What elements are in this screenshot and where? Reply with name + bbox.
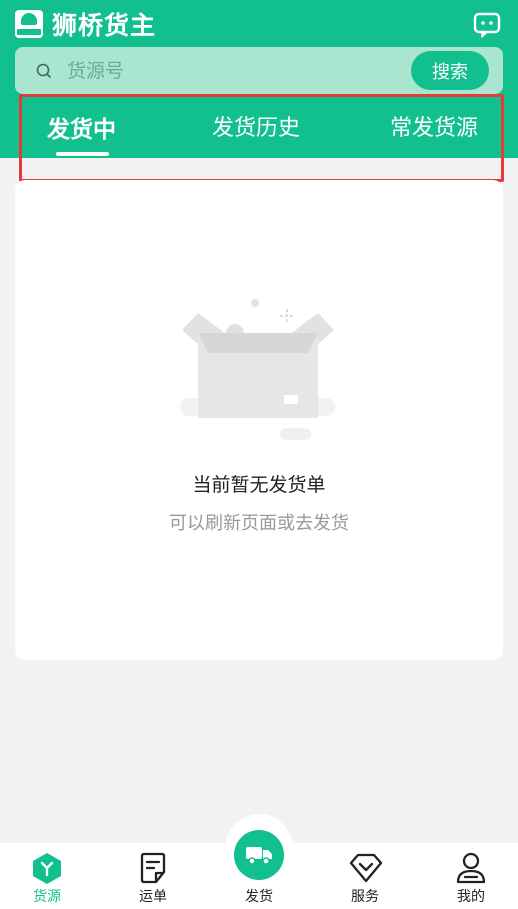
person-icon [456, 852, 486, 884]
tab-bar: 发货中 发货历史 常发货源 [0, 100, 518, 158]
nav-item-service[interactable]: 服务 [325, 843, 405, 909]
nav-label-service: 服务 [351, 889, 379, 905]
tab-shipping[interactable]: 发货中 [47, 110, 116, 144]
nav-item-waybill[interactable]: 运单 [113, 843, 193, 909]
app-logo [15, 10, 43, 38]
nav-label-ship: 发货 [245, 889, 273, 905]
app-header: 狮桥货主 搜索 发货中 发货历史 常发货源 [0, 0, 518, 158]
active-tab-indicator [56, 152, 109, 156]
nav-label-waybill: 运单 [139, 889, 167, 905]
search-button[interactable]: 搜索 [411, 51, 489, 90]
cube-icon [33, 853, 61, 884]
diamond-icon [349, 853, 383, 883]
document-icon [140, 852, 166, 884]
empty-state-subtitle: 可以刷新页面或去发货 [169, 513, 349, 534]
search-input[interactable] [67, 53, 397, 88]
nav-item-cargo[interactable]: 货源 [7, 843, 87, 909]
nav-item-mine[interactable]: 我的 [431, 843, 511, 909]
empty-box-icon [180, 299, 335, 440]
ship-fab-button[interactable] [234, 830, 284, 880]
message-icon[interactable] [473, 12, 501, 38]
nav-label-cargo: 货源 [33, 889, 61, 905]
tab-frequent-sources[interactable]: 常发货源 [390, 110, 478, 142]
truck-icon [246, 847, 272, 865]
search-bar: 搜索 [15, 47, 503, 94]
app-title: 狮桥货主 [52, 11, 157, 40]
tab-shipping-history[interactable]: 发货历史 [212, 110, 300, 142]
search-icon [36, 63, 51, 78]
empty-state-title: 当前暂无发货单 [192, 474, 326, 496]
content-card: 当前暂无发货单 可以刷新页面或去发货 [15, 180, 503, 660]
nav-label-mine: 我的 [457, 889, 485, 905]
